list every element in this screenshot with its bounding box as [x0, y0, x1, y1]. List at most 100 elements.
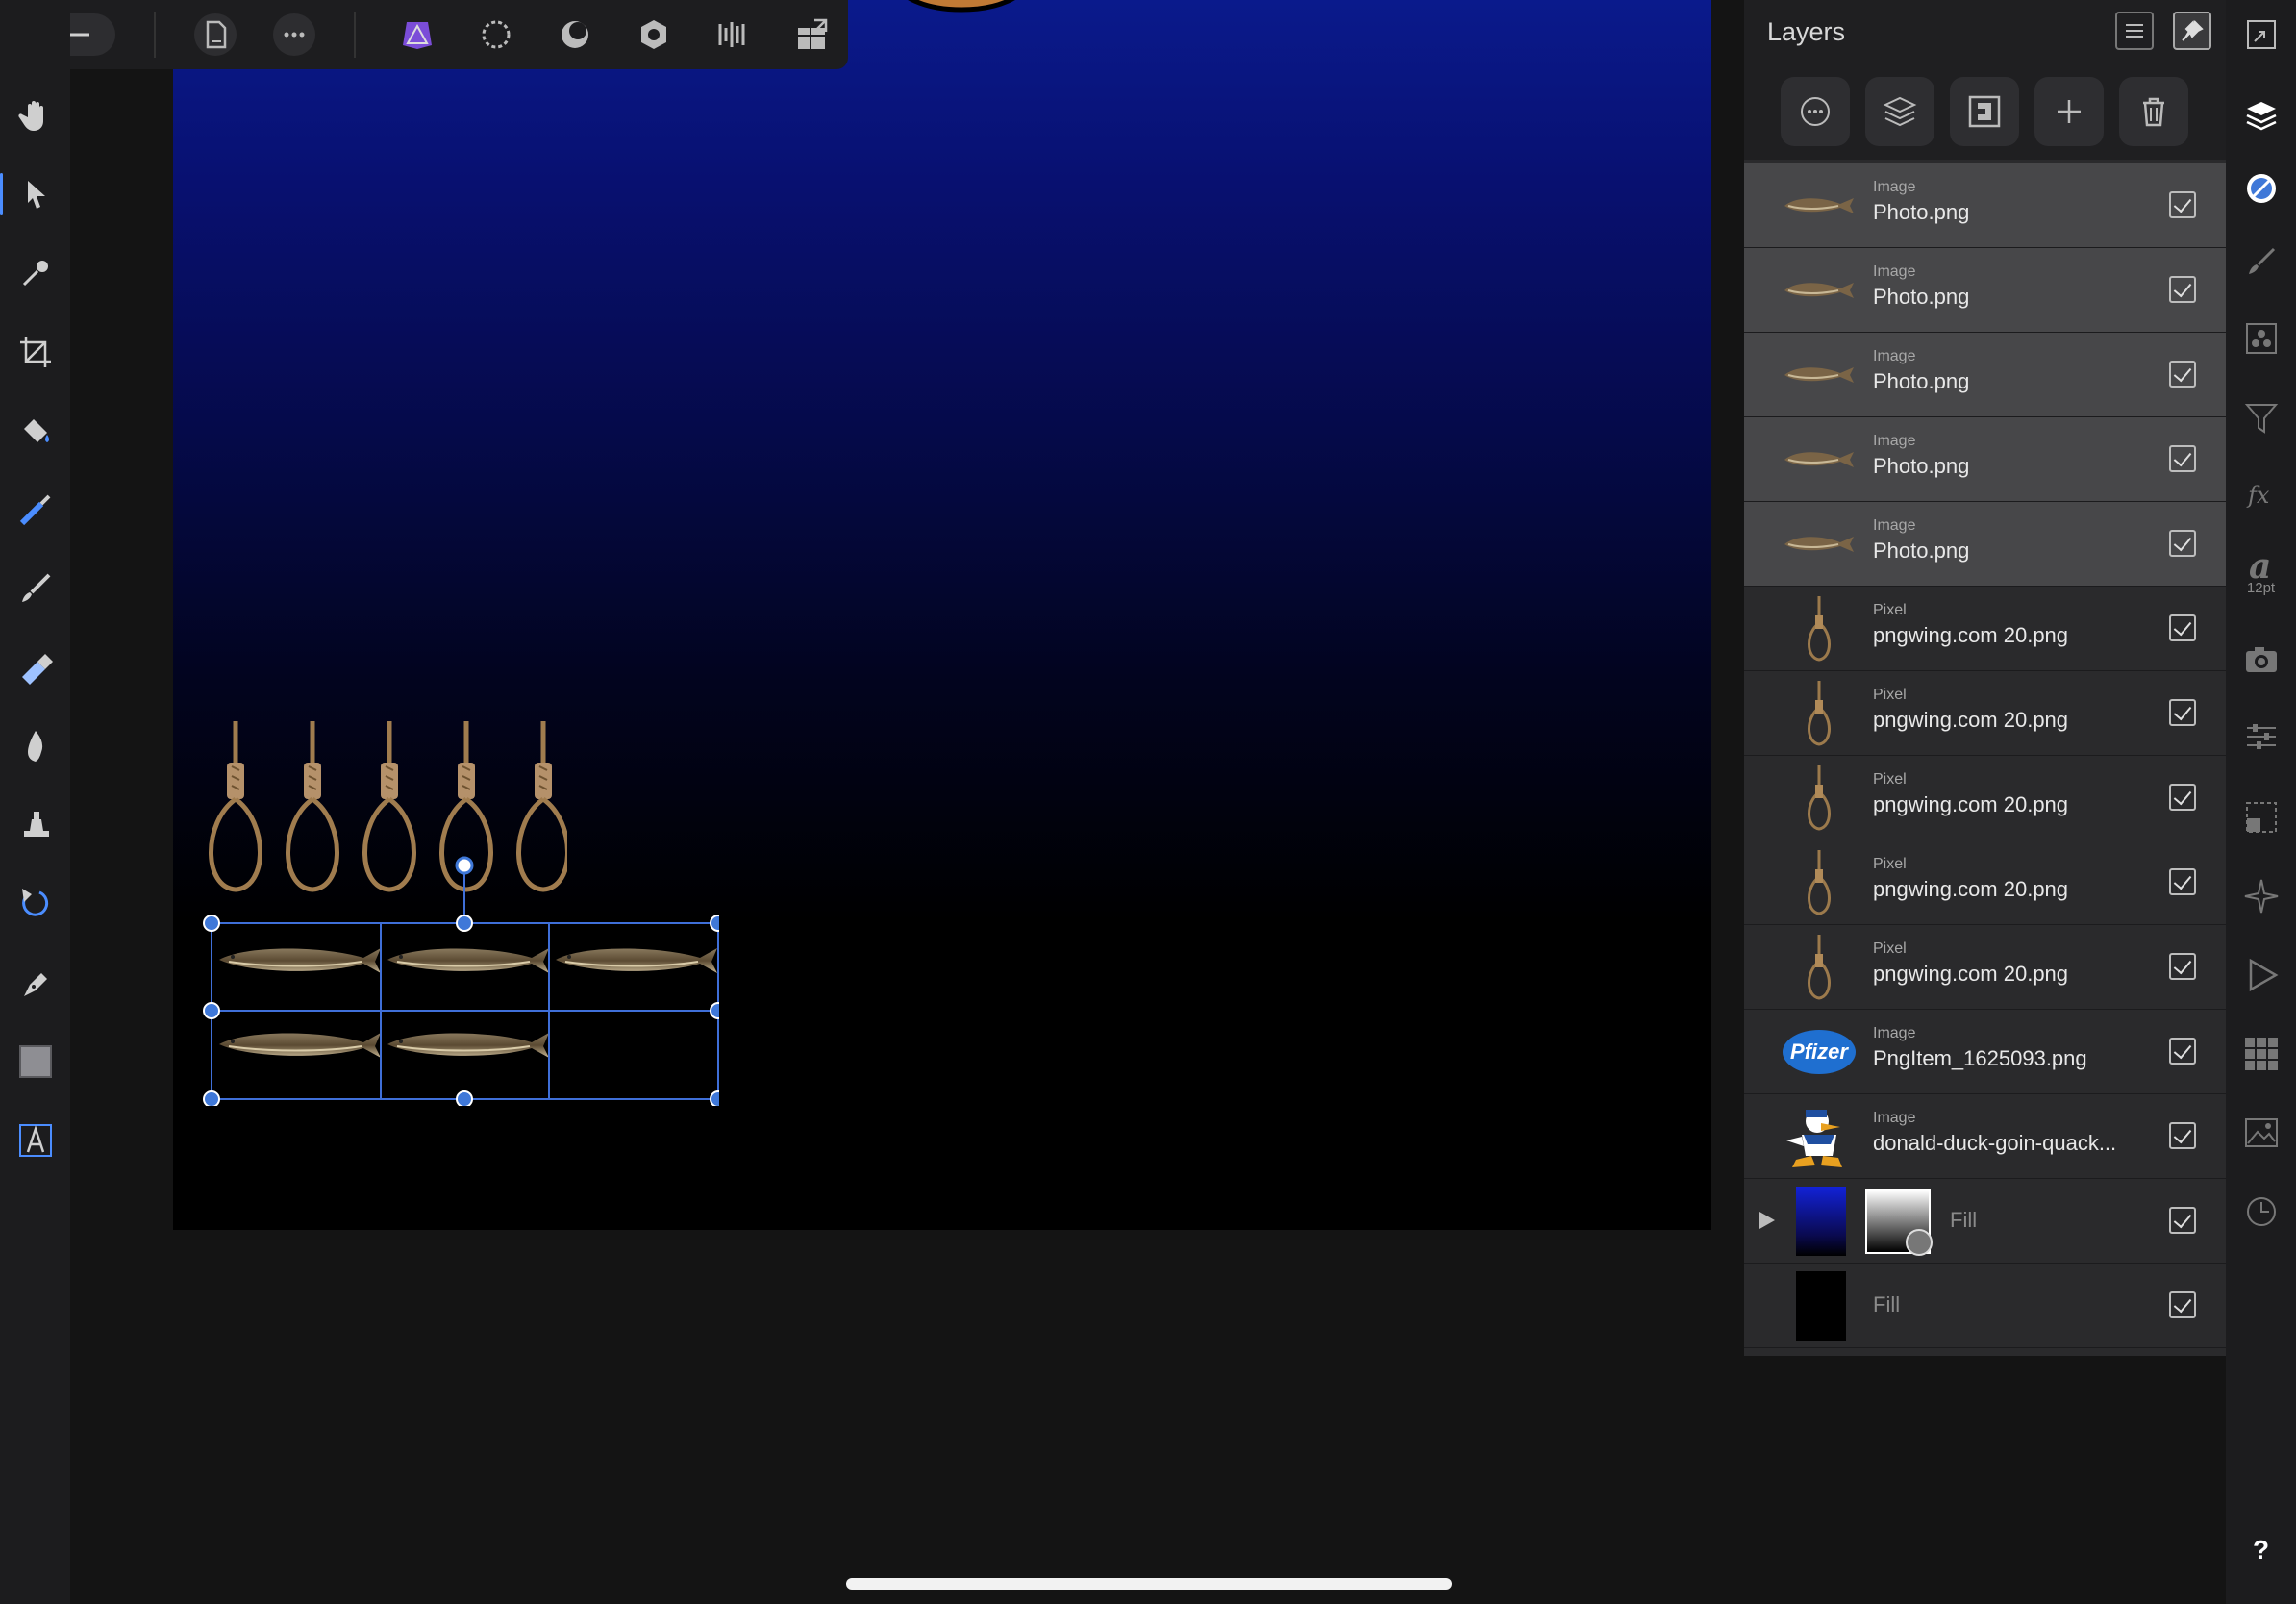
navigator-studio-button[interactable] [2226, 783, 2296, 852]
layer-options-button[interactable] [1781, 77, 1850, 146]
delete-layer-button[interactable] [2119, 77, 2188, 146]
layer-visibility-checkbox[interactable] [2169, 614, 2196, 641]
rectangle-tool[interactable] [0, 1027, 70, 1096]
layer-row[interactable]: Image Photo.png [1744, 248, 2226, 333]
develop-persona-icon [641, 20, 666, 49]
layer-row[interactable]: Image Photo.png [1744, 333, 2226, 417]
layer-options-menu-button[interactable] [2115, 12, 2154, 50]
burn-brush-tool[interactable] [0, 712, 70, 781]
tone-mapping-persona-button[interactable] [633, 13, 675, 56]
mask-button[interactable] [1950, 77, 2019, 146]
image-icon [2244, 1118, 2278, 1147]
orange-object [908, 0, 1015, 13]
layer-row[interactable]: Pixel pngwing.com 20.png [1744, 587, 2226, 671]
brushes-studio-button[interactable] [2226, 227, 2296, 296]
layer-row[interactable]: Fill [1744, 1264, 2226, 1348]
channels-studio-button[interactable] [2226, 304, 2296, 373]
expand-triangle-icon[interactable] [1758, 1210, 1777, 1231]
layer-thumbnail [1783, 594, 1856, 664]
layer-visibility-checkbox[interactable] [2169, 953, 2196, 980]
camera-studio-button[interactable] [2226, 625, 2296, 694]
fish-thumbnail-icon [1784, 198, 1854, 213]
flood-fill-tool[interactable] [0, 396, 70, 465]
layer-row[interactable]: Pixel pngwing.com 20.png [1744, 671, 2226, 756]
liquify-persona-button[interactable] [475, 13, 517, 56]
filter-studio-button[interactable] [2226, 383, 2296, 452]
layers-studio-button[interactable] [2226, 81, 2296, 150]
layer-visibility-checkbox[interactable] [2169, 1291, 2196, 1318]
layer-visibility-checkbox[interactable] [2169, 361, 2196, 388]
history-studio-button[interactable] [2226, 1177, 2296, 1246]
layer-stack-button[interactable] [1865, 77, 1934, 146]
black-fill-thumbnail [1796, 1271, 1846, 1341]
layer-visibility-checkbox[interactable] [2169, 1038, 2196, 1065]
pen-tool[interactable] [0, 948, 70, 1017]
filter-icon [2244, 404, 2278, 434]
selection-brush-tool[interactable] [0, 475, 70, 544]
mask-icon [1968, 95, 2001, 128]
document-canvas[interactable] [173, 0, 1711, 1230]
text-tool[interactable] [0, 1106, 70, 1175]
snapping-studio-button[interactable] [2226, 862, 2296, 931]
layer-row[interactable]: Image Photo.png [1744, 502, 2226, 587]
paint-brush-tool[interactable] [0, 554, 70, 623]
add-layer-button[interactable] [2034, 77, 2104, 146]
layer-visibility-checkbox[interactable] [2169, 699, 2196, 726]
color-picker-icon [22, 261, 48, 287]
layer-row[interactable]: Pixel pngwing.com 20.png [1744, 925, 2226, 1010]
adjustments-studio-button[interactable] [2226, 702, 2296, 771]
gradient-thumbnail [1796, 1187, 1846, 1256]
layers-header: Layers [1744, 0, 2226, 63]
layer-visibility-checkbox[interactable] [2169, 784, 2196, 811]
font-size-label: 12pt [2246, 579, 2276, 596]
layer-visibility-checkbox[interactable] [2169, 1122, 2196, 1149]
selection-handles[interactable] [203, 856, 719, 1106]
layer-visibility-checkbox[interactable] [2169, 868, 2196, 895]
fish-image[interactable] [219, 1033, 381, 1058]
transform-studio-button[interactable] [2226, 0, 2296, 69]
fish-image[interactable] [387, 948, 549, 973]
macro-studio-button[interactable] [2226, 940, 2296, 1010]
layer-visibility-checkbox[interactable] [2169, 530, 2196, 557]
layer-visibility-checkbox[interactable] [2169, 276, 2196, 303]
more-button[interactable] [273, 13, 315, 56]
export-persona-button[interactable] [711, 13, 754, 56]
layer-name: pngwing.com 20.png [1873, 792, 2069, 816]
layer-type-label: Pixel [1873, 856, 1907, 872]
swatches-icon [2244, 1038, 2278, 1070]
color-picker-tool[interactable] [0, 238, 70, 308]
layer-row[interactable]: Pixel pngwing.com 20.png [1744, 756, 2226, 840]
develop-persona-button[interactable] [554, 13, 596, 56]
selected-fish-group[interactable] [200, 856, 719, 1106]
layer-row[interactable]: Pfizer Image PngItem_1625093.png [1744, 1010, 2226, 1094]
crop-tool[interactable] [0, 317, 70, 387]
help-button[interactable]: ? [2226, 1516, 2296, 1585]
layer-row[interactable]: Fill [1744, 1179, 2226, 1264]
fish-image[interactable] [219, 948, 381, 973]
layer-thumbnail [1783, 764, 1856, 833]
layer-visibility-checkbox[interactable] [2169, 191, 2196, 218]
pin-panel-button[interactable] [2173, 12, 2211, 50]
layer-row[interactable]: Image donald-duck-goin-quack... [1744, 1094, 2226, 1179]
layer-visibility-checkbox[interactable] [2169, 445, 2196, 472]
share-persona-button[interactable] [790, 13, 833, 56]
fx-studio-button[interactable]: fx [2226, 460, 2296, 529]
clone-brush-tool[interactable] [0, 790, 70, 860]
stock-studio-button[interactable] [2226, 1098, 2296, 1167]
layer-visibility-checkbox[interactable] [2169, 1207, 2196, 1234]
erase-brush-tool[interactable] [0, 633, 70, 702]
text-style-studio-button[interactable]: a 12pt [2226, 537, 2296, 606]
hand-tool[interactable] [0, 81, 70, 150]
fish-image[interactable] [387, 1033, 549, 1058]
navigator-icon [2245, 802, 2277, 833]
layer-row[interactable]: Image Photo.png [1744, 417, 2226, 502]
photo-persona-button[interactable] [396, 13, 438, 56]
fish-image[interactable] [556, 948, 717, 973]
layer-row[interactable]: Pixel pngwing.com 20.png [1744, 840, 2226, 925]
layer-row[interactable]: Image Photo.png [1744, 163, 2226, 248]
color-studio-button[interactable] [2226, 154, 2296, 223]
document-button[interactable] [194, 13, 237, 56]
swatches-studio-button[interactable] [2226, 1019, 2296, 1089]
healing-brush-tool[interactable] [0, 869, 70, 939]
move-tool[interactable] [0, 160, 70, 229]
